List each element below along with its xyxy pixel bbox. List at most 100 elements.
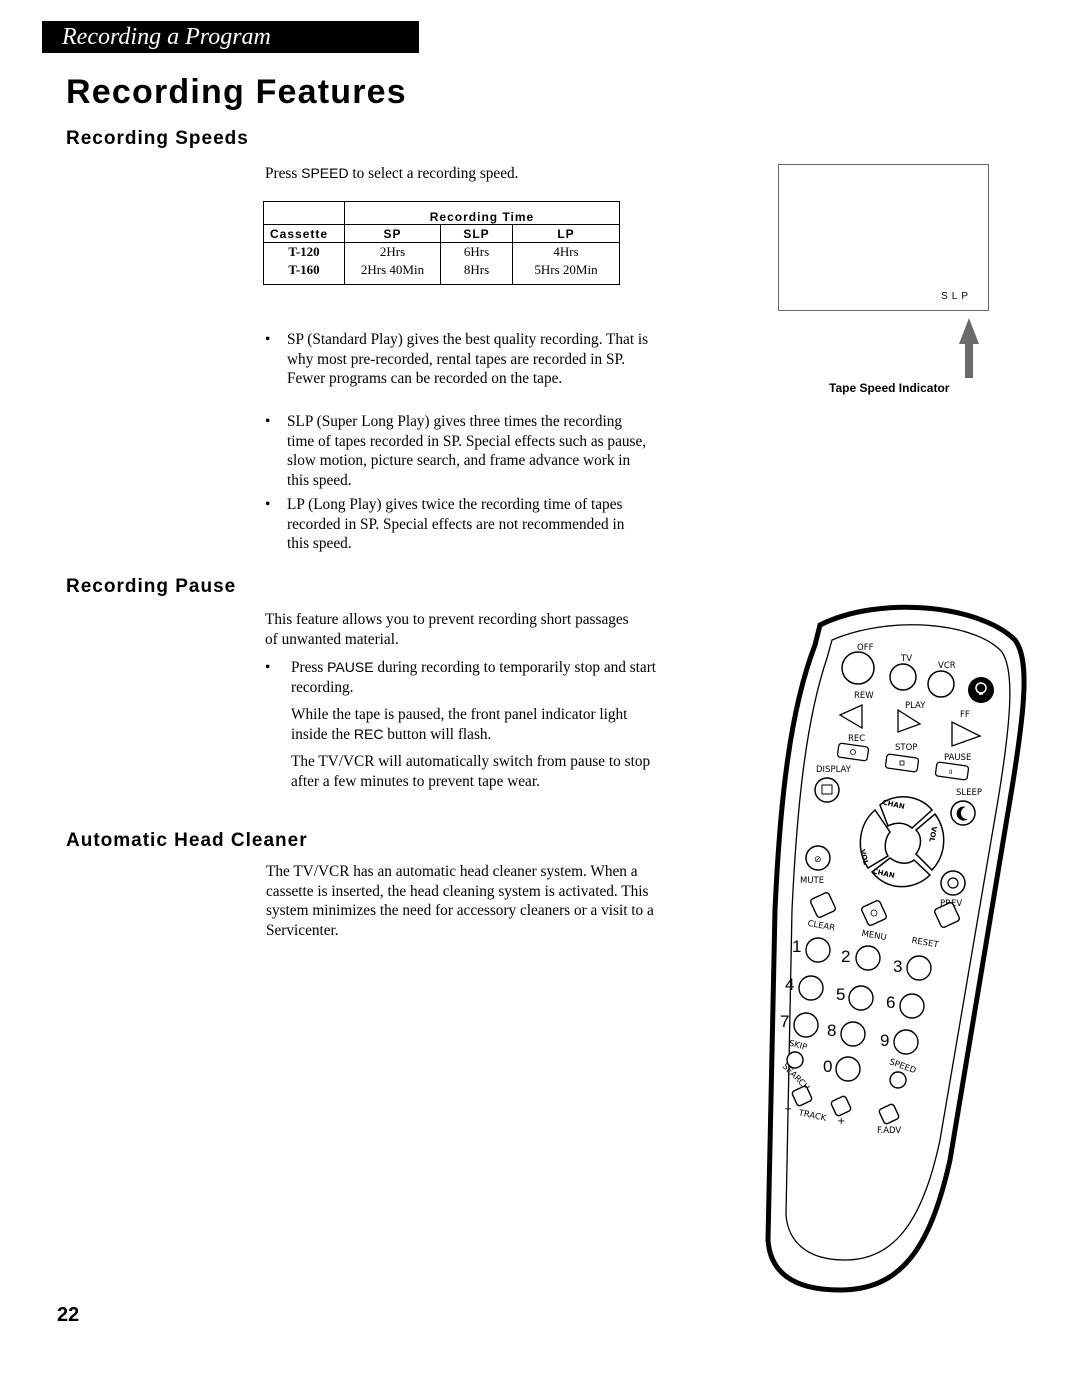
slp-cell: 8Hrs [440,261,513,285]
prev-channel-button [940,870,966,896]
section-banner: Recording a Program [42,21,419,53]
bullet-lp: • LP (Long Play) gives twice the recordi… [265,495,632,554]
clear-button [809,891,837,919]
pause-key-label: PAUSE [327,659,374,675]
table-corner-cell [263,201,345,225]
digit-7-button [793,1012,819,1038]
pause-paragraph-auto-stop: The TV/VCR will automatically switch fro… [291,753,651,790]
recording-time-table: Recording Time Cassette SP SLP LP T-120 … [263,201,620,285]
speed-intro: Press SPEED to select a recording speed. [265,164,519,184]
digit-5-button [848,985,874,1011]
digit-2-label: 2 [841,947,850,966]
menu-button [860,899,888,927]
fast-forward-icon [951,720,982,747]
digit-3-label: 3 [893,957,902,976]
arrow-up-icon [959,318,979,378]
recording-speeds-heading: Recording Speeds [66,128,249,149]
track-plus-label: + [837,1116,845,1127]
bullet-slp-text: SLP (Super Long Play) gives three times … [287,413,647,489]
pause-label: PAUSE [944,753,971,763]
vcr-label: VCR [938,661,956,671]
column-header-cassette: Cassette [263,224,345,243]
bullet-glyph: • [265,413,271,430]
lp-cell: 4Hrs [512,242,620,261]
tv-screen-illustration: SLP [778,164,989,311]
digit-8-label: 8 [827,1021,836,1040]
track-minus-button [791,1085,813,1107]
digit-0-label: 0 [823,1057,832,1076]
figure-caption: Tape Speed Indicator [829,381,950,395]
light-bulb-icon [968,677,994,703]
recording-pause-heading: Recording Pause [66,576,237,597]
tv-label: TV [900,654,912,664]
reset-label: RESET [911,936,940,951]
skip-label: SKIP [788,1039,809,1053]
menu-label: MENU [861,929,888,943]
slp-cell: 6Hrs [440,242,513,261]
frame-advance-button [878,1103,900,1125]
column-header-sp: SP [344,224,441,243]
digit-7-label: 7 [780,1012,789,1031]
mute-label: MUTE [800,876,824,886]
display-button [814,777,840,803]
digit-6-button [899,993,925,1019]
table-column-header-row: Cassette SP SLP LP [263,224,620,243]
digit-4-button [798,975,824,1001]
digit-6-label: 6 [886,993,895,1012]
stop-label: STOP [895,743,917,753]
section-banner-label: Recording a Program [62,24,271,50]
record-button [836,742,870,762]
sp-cell: 2Hrs 40Min [344,261,441,285]
svg-text:II: II [949,769,953,776]
digit-9-button [893,1029,919,1055]
pause-para-post: button will flash. [383,725,492,743]
bullet-glyph: • [265,331,271,348]
bullet-glyph: • [265,496,271,513]
play-icon [897,708,922,733]
sp-cell: 2Hrs [344,242,441,261]
power-off-button [841,651,875,685]
display-label: DISPLAY [816,765,852,775]
remote-control-illustration: OFF TV VCR REW PLAY FF REC STOP PAUSE II… [765,604,1027,1293]
bullet-lp-text: LP (Long Play) gives twice the recording… [287,496,625,553]
bullet-pause: • Press PAUSE during recording to tempor… [265,658,661,697]
rec-label: REC [848,734,865,744]
tape-speed-indicator-text: SLP [941,291,972,302]
digit-5-label: 5 [836,985,845,1004]
digit-3-button [906,955,932,981]
ff-label: FF [960,710,970,720]
head-cleaner-body: The TV/VCR has an automatic head cleaner… [266,863,654,939]
speaker-mute-icon: ⊘ [814,855,822,865]
table-row: T-120 2Hrs 6Hrs 4Hrs [264,242,620,261]
page-number: 22 [57,1304,80,1326]
digit-0-button [835,1056,861,1082]
table-group-header-row: Recording Time [263,201,620,225]
speed-intro-pre: Press [265,165,302,182]
speed-button [889,1071,907,1089]
bullet-sp-text: SP (Standard Play) gives the best qualit… [287,331,649,388]
stop-button [884,753,920,773]
page-title: Recording Features [66,73,407,111]
bullet-glyph: • [265,659,271,676]
digit-4-label: 4 [785,975,794,994]
bullet-pause-pre: Press [291,659,328,676]
play-label: PLAY [905,701,926,711]
bullet-sp: • SP (Standard Play) gives the best qual… [265,330,657,389]
rew-label: REW [854,691,874,701]
track-plus-button [830,1095,852,1117]
table-group-header: Recording Time [344,201,620,225]
head-cleaner-heading: Automatic Head Cleaner [66,830,308,851]
pause-paragraph-rec: While the tape is paused, the front pane… [291,705,661,744]
bullet-slp: • SLP (Super Long Play) gives three time… [265,412,647,490]
fadv-label: F.ADV [877,1126,901,1136]
tv-button [889,663,917,691]
column-header-lp: LP [512,224,620,243]
lp-cell: 5Hrs 20Min [512,261,620,285]
clear-label: CLEAR [807,919,836,934]
digit-1-label: 1 [792,937,801,956]
vcr-button [927,670,955,698]
cassette-cell: T-120 [288,244,320,259]
sleep-label: SLEEP [956,788,982,798]
digit-2-button [855,945,881,971]
track-minus-label: − [784,1104,792,1115]
